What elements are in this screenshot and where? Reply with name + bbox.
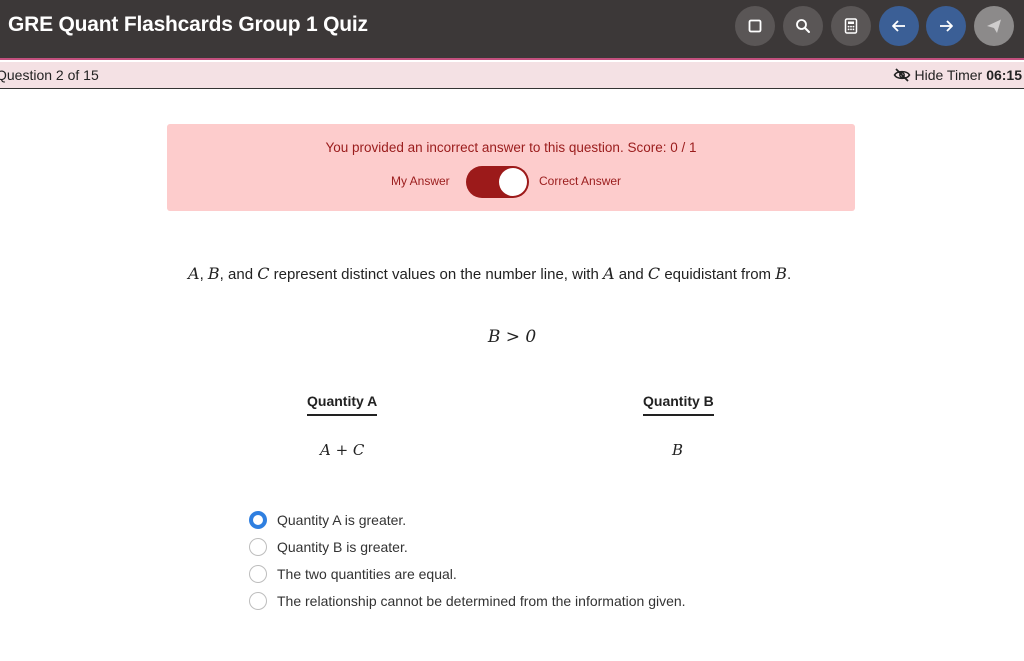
answer-choice[interactable]: The two quantities are equal. [249, 564, 457, 584]
math-var: C [647, 264, 661, 283]
math-var: B [207, 264, 220, 283]
math-var: B [775, 264, 787, 283]
stem-text: . [786, 266, 792, 283]
stem-text: equidistant from [660, 266, 776, 283]
choice-text: The two quantities are equal. [277, 566, 457, 582]
search-icon [796, 19, 810, 33]
feedback-panel: You provided an incorrect answer to this… [167, 124, 855, 211]
condition-expression: B > 0 [487, 327, 537, 347]
quantity-b-heading: Quantity B [643, 393, 714, 416]
radio-button[interactable] [249, 511, 267, 529]
stem-text: , [199, 266, 208, 283]
app-title: GRE Quant Flashcards Group 1 Quiz [8, 13, 368, 36]
eye-slash-icon [893, 68, 910, 82]
timer-value: 06:15 [986, 67, 1022, 83]
answer-choice[interactable]: The relationship cannot be determined fr… [249, 591, 686, 611]
send-icon [987, 19, 1001, 33]
stem-text: represent distinct values on the number … [269, 266, 603, 283]
calculator-button[interactable] [831, 6, 871, 46]
answer-toggle[interactable] [466, 166, 529, 198]
my-answer-label: My Answer [391, 174, 450, 188]
previous-button[interactable] [879, 6, 919, 46]
toggle-knob [499, 168, 527, 196]
question-status-bar: Question 2 of 15 Hide Timer 06:15 [0, 62, 1024, 89]
arrow-right-icon [940, 20, 953, 32]
math-var: A [602, 264, 615, 283]
choice-text: The relationship cannot be determined fr… [277, 593, 686, 609]
arrow-left-icon [892, 20, 905, 32]
answer-choice[interactable]: Quantity B is greater. [249, 537, 408, 557]
search-button[interactable] [783, 6, 823, 46]
next-button[interactable] [926, 6, 966, 46]
math-var: A [188, 264, 200, 283]
stem-text: and [614, 266, 648, 283]
question-stem: A, B, and C represent distinct values on… [188, 260, 828, 288]
answer-choice[interactable]: Quantity A is greater. [249, 510, 406, 530]
question-counter: Question 2 of 15 [0, 67, 99, 83]
timer-label: Hide Timer [914, 67, 983, 83]
radio-button[interactable] [249, 538, 267, 556]
stem-text: , and [219, 266, 258, 283]
choice-text: Quantity B is greater. [277, 539, 408, 555]
math-var: C [257, 264, 270, 283]
submit-button[interactable] [974, 6, 1014, 46]
choice-text: Quantity A is greater. [277, 512, 407, 528]
hide-timer-button[interactable]: Hide Timer 06:15 [893, 67, 1022, 83]
radio-button[interactable] [249, 565, 267, 583]
correct-answer-label: Correct Answer [539, 174, 622, 188]
radio-button[interactable] [249, 592, 267, 610]
mark-button[interactable] [735, 6, 775, 46]
answer-toggle-row: My Answer Correct Answer [167, 166, 855, 198]
calculator-icon [844, 18, 858, 34]
square-icon [748, 19, 762, 33]
quantity-b-value: B [672, 441, 684, 459]
quantity-a-value: A + C [320, 441, 365, 459]
quantity-a-heading: Quantity A [307, 393, 378, 416]
top-bar: GRE Quant Flashcards Group 1 Quiz [0, 0, 1024, 60]
feedback-message: You provided an incorrect answer to this… [325, 140, 697, 155]
